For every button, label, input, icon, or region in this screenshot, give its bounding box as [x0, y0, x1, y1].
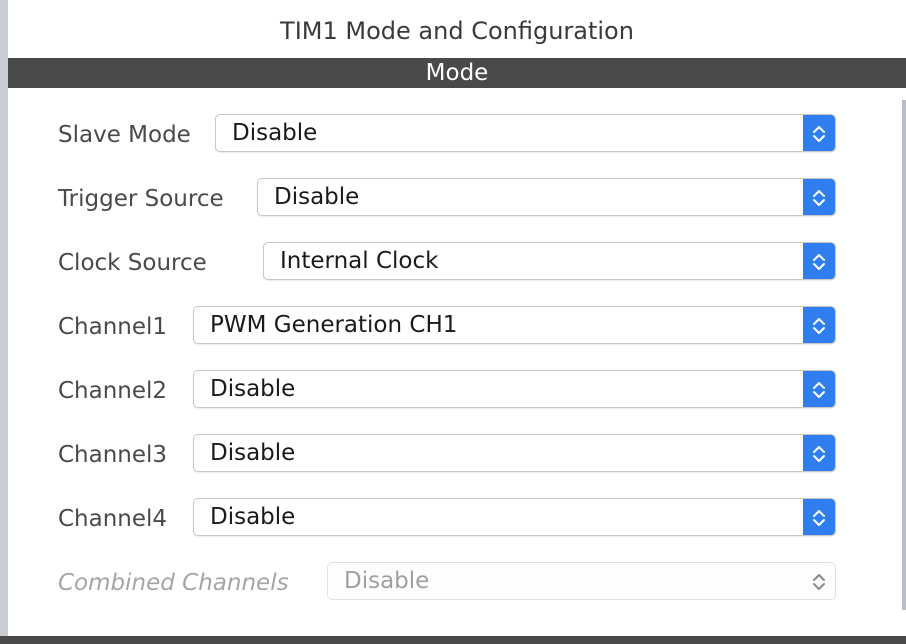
trigger-source-select[interactable]: Disable — [257, 178, 836, 216]
section-header-mode: Mode — [8, 58, 906, 88]
field-row-channel1: Channel1 PWM Generation CH1 — [0, 306, 906, 346]
chevron-up-down-icon[interactable] — [803, 115, 835, 151]
channel1-value: PWM Generation CH1 — [210, 312, 458, 338]
combined-channels-label: Combined Channels — [58, 570, 289, 596]
trigger-source-label: Trigger Source — [58, 186, 224, 212]
channel2-label: Channel2 — [58, 378, 168, 404]
chevron-up-down-icon[interactable] — [803, 435, 835, 471]
slave-mode-label: Slave Mode — [58, 122, 191, 148]
chevron-up-down-icon[interactable] — [803, 243, 835, 279]
field-row-combined-channels: Combined Channels Disable — [0, 562, 906, 602]
channel2-value: Disable — [210, 376, 296, 402]
channel1-select[interactable]: PWM Generation CH1 — [193, 306, 836, 344]
channel4-label: Channel4 — [58, 506, 168, 532]
panel-title: TIM1 Mode and Configuration — [280, 17, 634, 45]
field-row-channel2: Channel2 Disable — [0, 370, 906, 410]
field-row-trigger-source: Trigger Source Disable — [0, 178, 906, 218]
field-row-slave-mode: Slave Mode Disable — [0, 114, 906, 154]
channel2-select[interactable]: Disable — [193, 370, 836, 408]
combined-channels-value: Disable — [344, 568, 430, 594]
channel1-label: Channel1 — [58, 314, 168, 340]
channel3-value: Disable — [210, 440, 296, 466]
channel3-label: Channel3 — [58, 442, 168, 468]
channel4-select[interactable]: Disable — [193, 498, 836, 536]
clock-source-select[interactable]: Internal Clock — [263, 242, 836, 280]
clock-source-value: Internal Clock — [280, 248, 439, 274]
combined-channels-select: Disable — [327, 562, 836, 600]
slave-mode-select[interactable]: Disable — [215, 114, 836, 152]
chevron-up-down-icon[interactable] — [803, 307, 835, 343]
chevron-up-down-icon[interactable] — [803, 179, 835, 215]
channel3-select[interactable]: Disable — [193, 434, 836, 472]
chevron-up-down-icon[interactable] — [803, 371, 835, 407]
trigger-source-value: Disable — [274, 184, 360, 210]
clock-source-label: Clock Source — [58, 250, 207, 276]
chevron-up-down-icon[interactable] — [803, 499, 835, 535]
field-row-channel4: Channel4 Disable — [0, 498, 906, 538]
slave-mode-value: Disable — [232, 120, 318, 146]
channel4-value: Disable — [210, 504, 296, 530]
chevron-up-down-icon — [803, 563, 835, 599]
bottom-divider — [0, 636, 906, 644]
field-row-clock-source: Clock Source Internal Clock — [0, 242, 906, 282]
field-row-channel3: Channel3 Disable — [0, 434, 906, 474]
